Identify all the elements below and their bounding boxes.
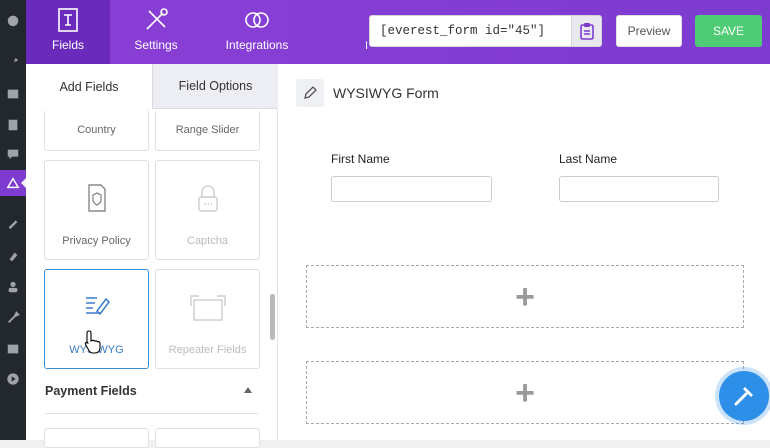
copy-shortcode-button[interactable]	[571, 15, 602, 47]
users-icon[interactable]	[5, 279, 21, 295]
nav-settings[interactable]: Settings	[116, 0, 196, 64]
hammer-icon	[734, 387, 753, 406]
plus-icon: +	[515, 373, 535, 412]
integrations-icon	[245, 12, 269, 28]
tools-icon[interactable]	[5, 310, 21, 326]
brush-icon[interactable]	[5, 215, 21, 231]
field-payment-partial[interactable]	[44, 428, 149, 448]
media-icon[interactable]	[5, 86, 21, 102]
field-privacy-policy[interactable]: Privacy Policy	[44, 160, 149, 260]
payment-fields-heading[interactable]: Payment Fields	[45, 384, 137, 398]
field-range-slider[interactable]: Range Slider	[155, 110, 260, 151]
settings-tools-icon	[146, 8, 168, 30]
field-label: Captcha	[187, 235, 228, 247]
form-title: WYSIWYG Form	[333, 85, 439, 101]
nav-partial-tab[interactable]: I	[365, 40, 368, 52]
preview-button[interactable]: Preview	[616, 15, 682, 47]
panel-scrollbar[interactable]	[270, 294, 275, 340]
shortcode-field[interactable]: [everest_form id="45"]	[369, 15, 572, 47]
section-divider	[45, 413, 258, 414]
repeater-icon	[189, 295, 226, 321]
nav-integrations-label: Integrations	[225, 38, 289, 52]
plugin-icon[interactable]	[5, 248, 21, 264]
add-row-dropzone[interactable]: +	[306, 265, 744, 328]
wysiwyg-edit-icon	[85, 297, 110, 316]
field-label: Privacy Policy	[62, 235, 131, 247]
pin-icon[interactable]	[5, 55, 21, 71]
pages-icon[interactable]	[5, 117, 21, 133]
dashboard-icon[interactable]	[5, 12, 21, 28]
field-payment-partial[interactable]	[155, 428, 260, 448]
settings-icon[interactable]	[5, 341, 21, 357]
panel-tabs: Add Fields Field Options	[26, 64, 278, 109]
fields-icon	[58, 8, 78, 32]
tab-field-options[interactable]: Field Options	[152, 64, 278, 109]
field-label: Repeater Fields	[168, 344, 247, 356]
wp-admin-sidebar	[0, 0, 27, 440]
field-wysiwyg[interactable]: WYSIWYG	[44, 269, 149, 369]
last-name-input[interactable]	[559, 176, 719, 202]
comments-icon[interactable]	[5, 146, 21, 162]
privacy-policy-icon	[87, 184, 106, 212]
field-label: Range Slider	[175, 124, 240, 136]
pointer-cursor-icon	[84, 330, 101, 354]
nav-settings-label: Settings	[134, 38, 178, 52]
nav-fields[interactable]: Fields	[26, 0, 110, 64]
last-name-label: Last Name	[559, 152, 618, 166]
edit-title-button[interactable]	[296, 79, 324, 107]
tab-add-fields[interactable]: Add Fields	[26, 64, 152, 109]
field-label: Country	[77, 124, 116, 136]
play-icon[interactable]	[5, 371, 21, 387]
add-row-dropzone[interactable]: +	[306, 361, 744, 424]
plus-icon: +	[515, 277, 535, 316]
form-builder-canvas: WYSIWYG Form First Name Last Name + +	[278, 64, 770, 440]
field-repeater[interactable]: Repeater Fields	[155, 269, 260, 369]
pencil-icon	[304, 86, 317, 99]
first-name-input[interactable]	[331, 176, 492, 202]
nav-integrations[interactable]: Integrations	[214, 0, 300, 64]
captcha-lock-icon	[197, 185, 218, 212]
collapse-caret-icon[interactable]	[244, 387, 252, 393]
save-button[interactable]: SAVE	[695, 15, 762, 47]
field-country[interactable]: Country	[44, 110, 149, 151]
clipboard-icon	[579, 23, 594, 40]
nav-fields-label: Fields	[51, 38, 84, 52]
help-fab-button[interactable]	[719, 371, 769, 421]
fields-panel: Add Fields Field Options Country Range S…	[26, 64, 278, 448]
field-captcha[interactable]: Captcha	[155, 160, 260, 260]
first-name-label: First Name	[331, 152, 390, 166]
